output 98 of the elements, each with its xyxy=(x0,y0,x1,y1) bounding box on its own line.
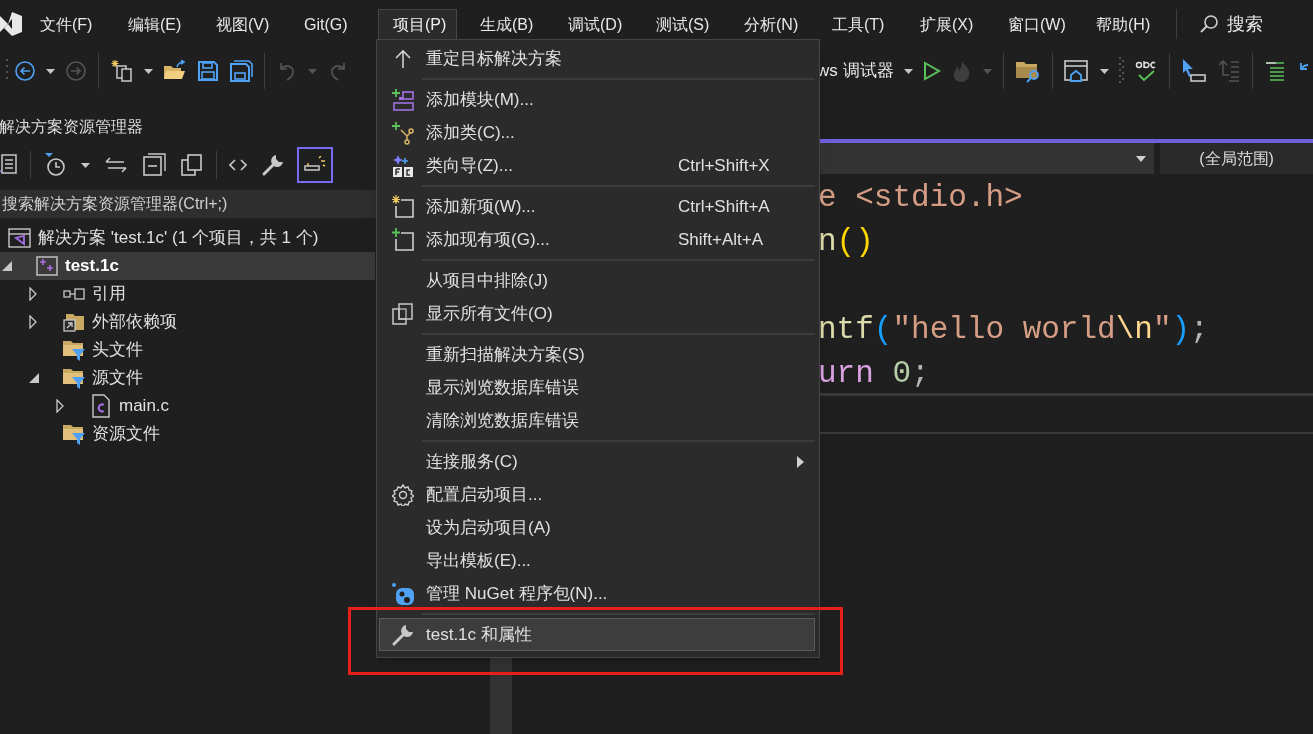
grip-icon[interactable] xyxy=(1118,57,1124,85)
tree-item[interactable]: 外部依赖项 xyxy=(0,308,375,336)
menu-item[interactable]: 添加现有项(G)... Shift+Alt+A xyxy=(379,223,815,256)
caret-icon[interactable] xyxy=(903,68,913,74)
external-folder-icon xyxy=(63,312,85,332)
save-all-icon[interactable] xyxy=(229,60,253,82)
code-line: e <stdio.h> xyxy=(818,179,1024,217)
menu-item[interactable]: 添加类(C)... xyxy=(379,116,815,149)
pointer-icon[interactable] xyxy=(1180,58,1207,84)
window-home-icon[interactable] xyxy=(1063,59,1090,83)
menu-bar-item[interactable]: 项目(P) xyxy=(378,9,458,40)
menu-bar-item[interactable]: Git(G) xyxy=(290,9,358,40)
menu-bar-item[interactable]: 测试(S) xyxy=(642,9,720,40)
preview-icon xyxy=(303,156,327,174)
code-line: n() xyxy=(818,223,875,261)
tree-item[interactable]: 头文件 xyxy=(0,336,375,364)
references-icon xyxy=(63,288,85,300)
menu-bar-item[interactable]: 窗口(W) xyxy=(994,9,1076,40)
class-wizard-icon xyxy=(392,153,414,178)
menu-item[interactable]: test.1c 和属性 xyxy=(379,618,815,651)
menu-item[interactable]: 导出模板(E)... xyxy=(379,544,815,577)
tree-item[interactable]: 引用 xyxy=(0,280,375,308)
menu-bar-item[interactable]: 编辑(E) xyxy=(114,9,192,40)
search-icon xyxy=(1199,14,1219,34)
menu-bar-item[interactable]: 调试(D) xyxy=(554,9,633,40)
expand-arrow-icon[interactable] xyxy=(56,399,64,413)
code-line: urn 0; xyxy=(818,355,931,393)
tree-item[interactable]: 解决方案 'test.1c' (1 个项目，共 1 个) xyxy=(0,224,375,252)
menu-bar-item[interactable]: 扩展(X) xyxy=(906,9,984,40)
add-existing-icon xyxy=(391,227,415,252)
filter-folder-icon xyxy=(62,367,86,389)
menu-item[interactable]: 从项目中排除(J) xyxy=(379,264,815,297)
play-icon[interactable] xyxy=(922,61,941,81)
menu-item[interactable]: 显示所有文件(O) xyxy=(379,297,815,330)
menu-bar-item[interactable]: 帮助(H) xyxy=(1082,9,1161,40)
spell-check-icon[interactable] xyxy=(1133,59,1158,83)
wrench-icon xyxy=(392,623,414,646)
caret-icon xyxy=(81,162,90,168)
expand-arrow-icon[interactable] xyxy=(29,315,37,329)
document-icon xyxy=(0,153,18,177)
menu-item[interactable]: 设为启动项目(A) xyxy=(379,511,815,544)
arrow-up-icon xyxy=(394,48,412,69)
menu-item[interactable]: 重定目标解决方案 xyxy=(379,42,815,75)
menu-item[interactable]: 重新扫描解决方案(S) xyxy=(379,338,815,371)
preview-button[interactable] xyxy=(297,147,333,183)
new-item-icon xyxy=(391,194,415,219)
tree-item[interactable]: main.c xyxy=(0,392,375,420)
project-icon xyxy=(36,256,58,276)
settings-icon xyxy=(392,483,414,506)
scope-dropdown[interactable]: (全局范围) xyxy=(1160,143,1313,174)
caret-icon[interactable] xyxy=(144,68,153,74)
code-line: ntf("hello world\n"); xyxy=(818,311,1210,349)
menu-item[interactable]: 添加模块(M)... xyxy=(379,83,815,116)
tree-item[interactable]: 源文件 xyxy=(0,364,375,392)
menu-bar-item[interactable]: 生成(B) xyxy=(466,9,544,40)
shortcut-text: Ctrl+Shift+A xyxy=(678,196,770,216)
menu-item[interactable]: 显示浏览数据库错误 xyxy=(379,371,815,404)
menu-bar-item[interactable]: 文件(F) xyxy=(26,9,103,40)
add-class-icon xyxy=(391,120,415,145)
collapse-icon xyxy=(142,153,166,177)
menu-bar-item[interactable]: 工具(T) xyxy=(818,9,895,40)
shortcut-text: Shift+Alt+A xyxy=(678,229,764,249)
folder-search-icon[interactable] xyxy=(1014,59,1041,83)
new-project-icon[interactable] xyxy=(110,59,134,83)
caret-icon[interactable] xyxy=(1099,68,1109,74)
list-lines-icon[interactable] xyxy=(1263,60,1286,82)
history-icon xyxy=(43,152,67,178)
show-all-files-icon xyxy=(392,302,414,325)
menu-item[interactable]: 类向导(Z)... Ctrl+Shift+X xyxy=(379,149,815,182)
caret-icon[interactable] xyxy=(46,68,55,74)
c-file-icon xyxy=(92,394,110,418)
expand-arrow-icon[interactable] xyxy=(29,287,37,301)
shortcut-text: Ctrl+Shift+X xyxy=(678,155,770,175)
menu-item[interactable]: 管理 NuGet 程序包(N)... xyxy=(379,577,815,610)
back-icon[interactable] xyxy=(14,60,36,82)
menu-item[interactable]: 连接服务(C) xyxy=(379,445,815,478)
filter-folder-icon xyxy=(62,423,86,445)
collapse-arrow-icon[interactable] xyxy=(2,261,12,271)
menu-item[interactable]: 清除浏览数据库错误 xyxy=(379,404,815,437)
menu-item[interactable]: 配置启动项目... xyxy=(379,478,815,511)
show-all-files-icon xyxy=(180,153,204,177)
search-button[interactable]: 搜索 xyxy=(1199,10,1263,38)
tree-item[interactable]: 资源文件 xyxy=(0,420,375,448)
menu-bar-item[interactable]: 视图(V) xyxy=(202,9,280,40)
sync-icon xyxy=(104,155,128,175)
code-icon xyxy=(229,158,247,172)
nuget-icon xyxy=(391,581,415,606)
open-folder-icon[interactable] xyxy=(163,60,187,82)
collapse-arrow-icon[interactable] xyxy=(29,373,39,383)
wrench-icon xyxy=(261,153,285,177)
menu-bar-item[interactable]: 分析(N) xyxy=(730,9,809,40)
submenu-arrow-icon xyxy=(797,455,804,468)
add-module-icon xyxy=(391,87,415,112)
save-icon[interactable] xyxy=(197,60,219,82)
filter-folder-icon xyxy=(62,339,86,361)
solution-icon xyxy=(8,227,32,249)
caret-icon xyxy=(1136,155,1146,162)
tree-item[interactable]: test.1c xyxy=(0,252,375,280)
